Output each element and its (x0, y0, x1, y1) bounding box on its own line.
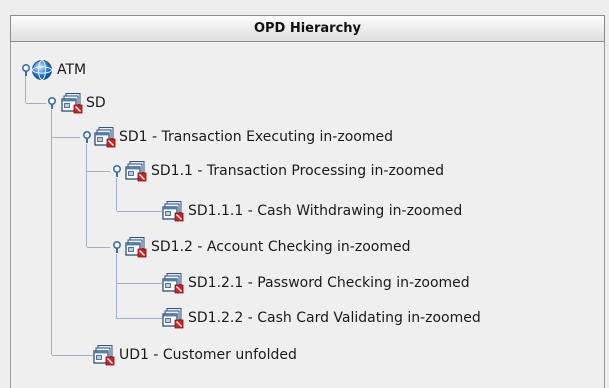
expand-handle-icon[interactable] (110, 163, 124, 177)
opd-hierarchy-panel: OPD Hierarchy ATM SD SD1 - Transaction Exe… (0, 0, 609, 388)
tree-node-label: SD1.2.1 - Password Checking in-zoomed (188, 275, 470, 291)
tree-node-label: ATM (57, 62, 87, 78)
expand-handle-icon[interactable] (80, 129, 94, 143)
tree-node-label: SD (86, 95, 106, 111)
tree-node-label: SD1.2 - Account Checking in-zoomed (151, 239, 411, 255)
tree-node-label: UD1 - Customer unfolded (119, 347, 297, 363)
hierarchy-tree[interactable]: ATM SD SD1 - Transaction Executing in-zoom… (10, 42, 605, 388)
tree-node-sd1-2[interactable]: SD1.2 - Account Checking in-zoomed (11, 235, 601, 259)
tree-node-sd1-2-1[interactable]: SD1.2.1 - Password Checking in-zoomed (11, 271, 601, 295)
diagram-icon (162, 307, 184, 329)
globe-icon (31, 59, 53, 81)
diagram-icon (162, 272, 184, 294)
diagram-icon (93, 344, 115, 366)
panel-title: OPD Hierarchy (253, 21, 362, 36)
expand-handle-icon[interactable] (110, 239, 124, 253)
tree-node-sd1-2-2[interactable]: SD1.2.2 - Cash Card Validating in-zoomed (11, 306, 601, 330)
diagram-icon (125, 236, 147, 258)
tree-node-sd1[interactable]: SD1 - Transaction Executing in-zoomed (11, 125, 601, 149)
tree-node-label: SD1.1 - Transaction Processing in-zoomed (151, 163, 445, 179)
tree-node-label: SD1 - Transaction Executing in-zoomed (119, 129, 393, 145)
diagram-icon (94, 126, 116, 148)
diagram-icon (162, 200, 184, 222)
tree-node-sd1-1-1[interactable]: SD1.1.1 - Cash Withdrawing in-zoomed (11, 199, 601, 223)
tree-node-atm[interactable]: ATM (11, 58, 601, 82)
tree-node-label: SD1.2.2 - Cash Card Validating in-zoomed (188, 310, 481, 326)
panel-header: OPD Hierarchy (10, 15, 605, 42)
tree-node-label: SD1.1.1 - Cash Withdrawing in-zoomed (188, 203, 463, 219)
tree-node-sd1-1[interactable]: SD1.1 - Transaction Processing in-zoomed (11, 159, 601, 183)
expand-handle-icon[interactable] (45, 95, 59, 109)
tree-node-sd[interactable]: SD (11, 91, 601, 115)
diagram-icon (61, 92, 83, 114)
diagram-icon (125, 160, 147, 182)
tree-node-ud1[interactable]: UD1 - Customer unfolded (11, 343, 601, 367)
